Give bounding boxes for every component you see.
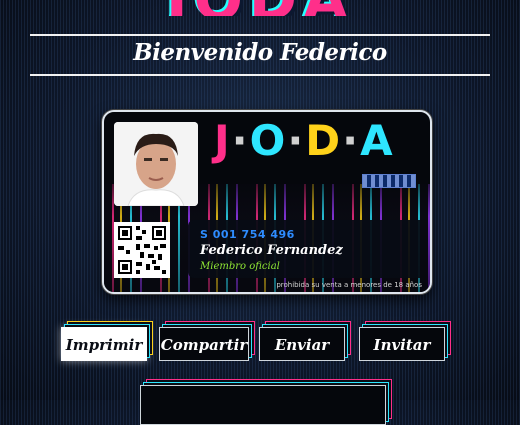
logo-letter-a: A bbox=[360, 116, 395, 165]
logo-dot: · bbox=[231, 116, 250, 165]
card-joda-logo: J·O·D·A bbox=[214, 116, 395, 165]
welcome-title: Bienvenido Federico bbox=[133, 39, 387, 66]
joda-logo-top: JODA bbox=[130, 0, 390, 16]
logo-letter-d: D bbox=[305, 116, 343, 165]
send-button[interactable]: Enviar bbox=[259, 327, 345, 361]
member-number: S 001 754 496 bbox=[200, 228, 295, 241]
avatar-icon bbox=[114, 122, 198, 206]
print-button[interactable]: Imprimir bbox=[61, 327, 147, 361]
logo-text: JODA bbox=[166, 0, 354, 16]
divider-top bbox=[30, 34, 490, 36]
member-photo bbox=[114, 122, 198, 206]
logo-letter-o: O bbox=[249, 116, 288, 165]
member-role: Miembro oficial bbox=[200, 261, 280, 272]
membership-card: J·O·D·A S 001 754 496 Federico Fernandez… bbox=[102, 110, 432, 294]
member-name: Federico Fernandez bbox=[200, 243, 343, 258]
logo-dot: · bbox=[342, 116, 361, 165]
card-sub-badge bbox=[362, 174, 416, 188]
qr-code-icon bbox=[114, 222, 170, 278]
bottom-panel bbox=[140, 385, 386, 425]
logo-letter-j: J bbox=[214, 116, 232, 165]
logo-dot: · bbox=[287, 116, 306, 165]
invite-button[interactable]: Invitar bbox=[359, 327, 445, 361]
share-button[interactable]: Compartir bbox=[159, 327, 249, 361]
legal-notice: prohibida su venta a menores de 18 años bbox=[276, 281, 422, 289]
member-info-panel: S 001 754 496 Federico Fernandez Miembro… bbox=[188, 220, 420, 278]
divider-bottom bbox=[30, 74, 490, 76]
